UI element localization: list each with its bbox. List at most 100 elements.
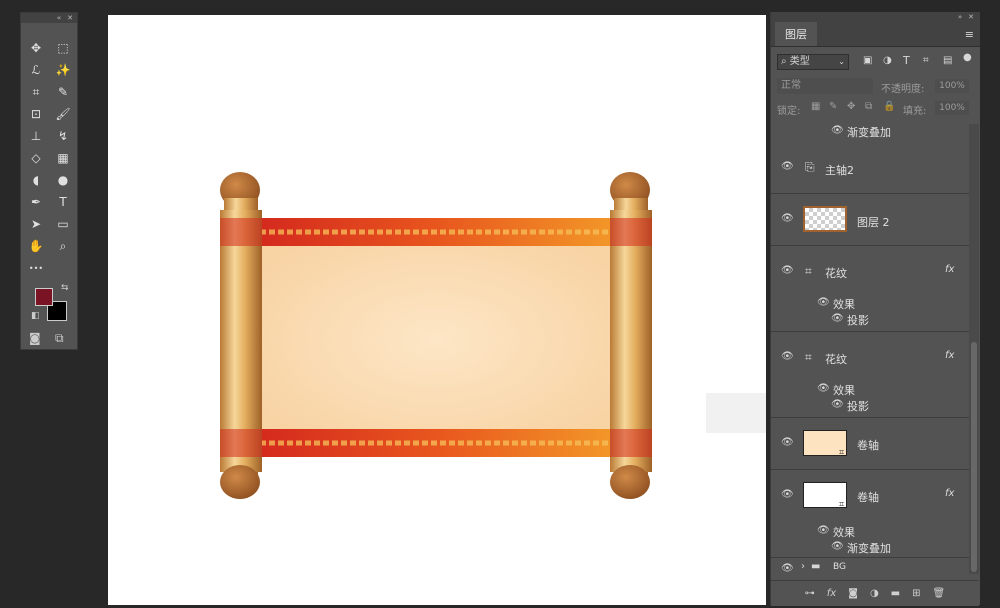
layer-row-layer-2[interactable]: 👁 图层 2: [771, 194, 969, 246]
delete-icon[interactable]: 🗑: [933, 588, 946, 599]
chevron-right-icon[interactable]: ›: [801, 561, 805, 572]
opacity-label: 不透明度:: [881, 84, 925, 95]
close-icon[interactable]: ✕: [67, 14, 73, 22]
opacity-input[interactable]: 100%: [935, 79, 969, 93]
layer-row-pattern[interactable]: 👁 ⌗ 花纹 fx 👁 效果 👁 投影: [771, 332, 969, 418]
layer-row-pattern[interactable]: 👁 ⌗ 花纹 fx 👁 效果 👁 投影: [771, 246, 969, 332]
layer-thumbnail: [803, 206, 847, 232]
fx-icon[interactable]: fx: [945, 350, 954, 361]
tools-panel: « ✕ ✥ ⬚ ℒ ✨ ⌗ ✎ ⊡ 🖌 ⊥ ↯ ◇ ▦ ◖ ● ✒ T ➤ ▭ ✋ ⌕ ••• ⇆ ◧ ◙ ⧉: [20, 12, 78, 350]
add-mask-icon[interactable]: ◙: [848, 588, 858, 599]
lock-label: 锁定:: [777, 106, 801, 117]
tab-layers[interactable]: 图层: [775, 22, 817, 46]
lock-row: 锁定: ▦ ✎ ✥ ⧉ 🔒 填充: 100%: [777, 100, 973, 118]
layers-tab-bar: 图层 ≡: [771, 22, 980, 47]
patch-icon[interactable]: ⊡: [26, 105, 46, 123]
layer-row-main-axis-2[interactable]: 👁 ⎘ 主轴2: [771, 142, 969, 194]
brush-icon[interactable]: 🖌: [53, 105, 73, 123]
eye-icon[interactable]: 👁: [781, 266, 795, 276]
filter-smart-object-icon[interactable]: ▤: [943, 55, 952, 66]
history-brush-icon[interactable]: ↯: [53, 127, 73, 145]
filter-toggle-icon[interactable]: ●: [963, 52, 972, 63]
lock-transparent-icon[interactable]: ▦: [811, 101, 820, 112]
foreground-color-swatch[interactable]: [35, 288, 53, 306]
new-layer-icon[interactable]: ⊞: [912, 588, 920, 599]
layers-panel: » ✕ 图层 ≡ ⌕ 类型 ⌄ ▣ ◑ T ⌗ ▤ ● 正常 不透明度: 100…: [770, 12, 980, 606]
eye-icon[interactable]: 👁: [781, 564, 795, 574]
dodge-icon[interactable]: ●: [53, 171, 73, 189]
marquee-icon[interactable]: ⬚: [53, 39, 73, 57]
eye-icon[interactable]: 👁: [781, 438, 795, 448]
swap-colors-icon[interactable]: ⇆: [61, 283, 69, 293]
zoom-icon[interactable]: ⌕: [53, 237, 73, 255]
scroll-artwork: [220, 172, 766, 499]
eye-icon[interactable]: 👁: [781, 490, 795, 500]
scroll-paper: [256, 235, 616, 445]
artboard-icon: ⌗: [805, 264, 812, 278]
pen-icon[interactable]: ✒: [26, 193, 46, 211]
type-icon[interactable]: T: [53, 193, 73, 211]
eye-icon[interactable]: 👁: [831, 400, 845, 410]
document-canvas[interactable]: [108, 15, 766, 605]
filter-shape-icon[interactable]: ⌗: [923, 55, 929, 66]
rectangle-icon[interactable]: ▭: [53, 215, 73, 233]
eye-icon[interactable]: 👁: [781, 214, 795, 224]
add-style-icon[interactable]: fx: [827, 588, 836, 599]
eye-icon[interactable]: 👁: [817, 526, 831, 536]
layer-row-scroll[interactable]: 👁 ⌗ 卷轴: [771, 418, 969, 470]
crop-icon[interactable]: ⌗: [26, 83, 46, 101]
fill-label: 填充:: [903, 106, 927, 117]
eye-icon[interactable]: 👁: [831, 314, 845, 324]
eye-icon[interactable]: 👁: [781, 352, 795, 362]
layer-row-scroll[interactable]: 👁 ⌗ 卷轴 fx 👁 效果 👁 渐变叠加: [771, 470, 969, 558]
chevron-down-icon: ⌄: [838, 57, 845, 66]
search-icon: ⌕: [781, 56, 787, 67]
lock-artboard-icon[interactable]: ⧉: [865, 101, 872, 112]
eyedropper-icon[interactable]: ✎: [53, 83, 73, 101]
eye-icon[interactable]: 👁: [781, 162, 795, 172]
lock-all-icon[interactable]: 🔒: [883, 101, 895, 112]
eye-icon[interactable]: 👁: [817, 298, 831, 308]
magic-wand-icon[interactable]: ✨: [53, 61, 73, 79]
layers-scrollbar-thumb[interactable]: [971, 342, 977, 572]
quick-mask-icon[interactable]: ◙: [29, 331, 41, 345]
hand-icon[interactable]: ✋: [26, 237, 46, 255]
path-select-icon[interactable]: ➤: [26, 215, 46, 233]
filter-kind-select[interactable]: ⌕ 类型 ⌄: [777, 54, 849, 70]
eraser-icon[interactable]: ◇: [26, 149, 46, 167]
lock-pixels-icon[interactable]: ✎: [829, 101, 837, 112]
filter-adjustment-icon[interactable]: ◑: [883, 55, 892, 66]
new-group-icon[interactable]: ▬: [891, 588, 900, 599]
eye-icon[interactable]: 👁: [817, 384, 831, 394]
collapse-icon[interactable]: »: [958, 13, 962, 21]
blend-mode-select[interactable]: 正常: [777, 78, 873, 94]
lasso-icon[interactable]: ℒ: [26, 61, 46, 79]
eye-icon[interactable]: 👁: [831, 126, 845, 136]
vector-mask-icon: ⌗: [839, 448, 845, 458]
link-icon[interactable]: ⊶: [805, 588, 815, 599]
fill-input[interactable]: 100%: [935, 101, 969, 115]
filter-pixel-icon[interactable]: ▣: [863, 55, 872, 66]
artboard-icon: ⌗: [805, 350, 812, 364]
adjustment-layer-icon[interactable]: ◑: [870, 588, 879, 599]
more-tools-icon[interactable]: •••: [26, 259, 46, 277]
gradient-icon[interactable]: ▦: [53, 149, 73, 167]
lock-position-icon[interactable]: ✥: [847, 101, 855, 112]
fx-icon[interactable]: fx: [945, 488, 954, 499]
fx-icon[interactable]: fx: [945, 264, 954, 275]
filter-type-icon[interactable]: T: [903, 54, 910, 67]
panel-menu-icon[interactable]: ≡: [965, 28, 974, 41]
blend-row: 正常 不透明度: 100%: [777, 78, 973, 96]
eye-icon[interactable]: 👁: [831, 542, 845, 552]
close-icon[interactable]: ✕: [968, 13, 974, 21]
default-colors-icon[interactable]: ◧: [31, 311, 40, 321]
tools-panel-header: « ✕: [21, 13, 77, 23]
layers-panel-header: » ✕: [771, 12, 980, 22]
screen-mode-icon[interactable]: ⧉: [55, 331, 64, 346]
layer-group-bg[interactable]: 👁 › ▬ BG: [771, 558, 969, 580]
move-icon[interactable]: ✥: [26, 39, 46, 57]
collapse-icon[interactable]: «: [57, 14, 61, 22]
stamp-icon[interactable]: ⊥: [26, 127, 46, 145]
blur-icon[interactable]: ◖: [26, 171, 46, 189]
layer-effect-row[interactable]: 👁 渐变叠加: [771, 120, 969, 142]
